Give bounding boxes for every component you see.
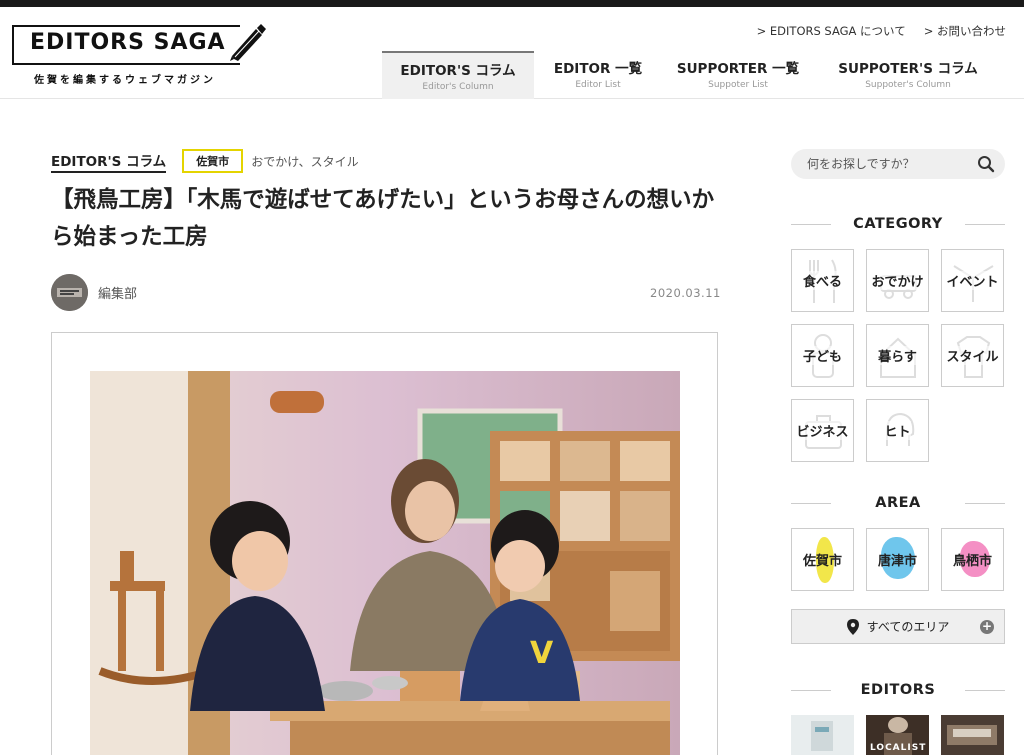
- nav-sublabel: Suppoter's Column: [865, 80, 951, 90]
- area-tile-karatsu[interactable]: 唐津市: [866, 528, 929, 591]
- category-tile-kids[interactable]: 子ども: [791, 324, 854, 387]
- contact-link[interactable]: > お問い合わせ: [924, 23, 1006, 39]
- author-block[interactable]: 編集部: [51, 274, 137, 311]
- category-label: スタイル: [946, 346, 999, 365]
- editors-heading: EDITORS: [791, 682, 1005, 698]
- site-logo[interactable]: EDITORS SAGA 佐賀を編集するウェブマガジン: [12, 24, 266, 86]
- avatar: [51, 274, 88, 311]
- avatar-image: [51, 274, 88, 311]
- editor-thumbnail-image: [791, 715, 854, 755]
- plus-icon: +: [980, 619, 994, 634]
- category-tile-people[interactable]: ヒト: [866, 399, 929, 462]
- area-tile-saga[interactable]: 佐賀市: [791, 528, 854, 591]
- global-nav: EDITOR'S コラム Editor's Column EDITOR 一覧 E…: [382, 51, 1002, 99]
- category-tile-outing[interactable]: おでかけ: [866, 249, 929, 312]
- category-tile-style[interactable]: スタイル: [941, 324, 1004, 387]
- nav-sublabel: Editor's Column: [422, 82, 494, 92]
- category-tile-eat[interactable]: 食べる: [791, 249, 854, 312]
- category-label: おでかけ: [871, 271, 924, 290]
- editor-thumbnail[interactable]: [941, 715, 1004, 755]
- all-areas-label: すべてのエリア: [866, 620, 950, 634]
- category-label: 食べる: [802, 271, 842, 290]
- article-tags[interactable]: おでかけ、スタイル: [251, 153, 358, 170]
- category-tile-living[interactable]: 暮らす: [866, 324, 929, 387]
- nav-label: SUPPOTER'S コラム: [838, 61, 978, 77]
- nav-editors-column[interactable]: EDITOR'S コラム Editor's Column: [382, 51, 534, 99]
- category-label: 暮らす: [878, 346, 917, 365]
- author-name: 編集部: [98, 287, 138, 302]
- article-meta: EDITOR'S コラム 佐賀市 おでかけ、スタイル: [51, 149, 359, 173]
- area-tag[interactable]: 佐賀市: [182, 149, 244, 173]
- pencil-icon: [230, 24, 266, 61]
- nav-supporters-column[interactable]: SUPPOTER'S コラム Suppoter's Column: [814, 51, 1002, 99]
- area-label: 佐賀市: [802, 554, 842, 569]
- logo-title: EDITORS SAGA: [30, 30, 226, 55]
- search-input[interactable]: [791, 149, 1005, 179]
- category-label: 子ども: [802, 346, 842, 365]
- article-hero-frame: V: [51, 332, 718, 755]
- nav-label: SUPPORTER 一覧: [676, 61, 800, 77]
- category-heading: CATEGORY: [791, 216, 1005, 232]
- editor-thumbnail[interactable]: LOCALIST: [866, 715, 929, 755]
- area-grid: 佐賀市 唐津市 鳥栖市: [791, 528, 1004, 591]
- site-header: EDITORS SAGA 佐賀を編集するウェブマガジン > EDITORS SA…: [0, 7, 1024, 99]
- editor-thumbnail-image: [941, 715, 1004, 755]
- article-title: 【飛鳥工房】「木馬で遊ばせてあげたい」というお母さんの想いから始まった工房: [51, 187, 715, 250]
- nav-sublabel: Editor List: [575, 80, 621, 90]
- publish-date: 2020.03.11: [650, 286, 721, 300]
- category-label: ビジネス: [796, 421, 849, 440]
- utility-links: > EDITORS SAGA について > お問い合わせ: [757, 23, 1006, 39]
- area-label: 鳥栖市: [952, 554, 992, 569]
- search-box: [791, 149, 1005, 179]
- article-category-link[interactable]: EDITOR'S コラム: [51, 150, 167, 173]
- category-tile-event[interactable]: イベント: [941, 249, 1004, 312]
- category-grid: 食べる おでかけ イベント 子ども 暮らす スタイル ビジネス ヒト: [791, 249, 1004, 462]
- location-pin-icon: [846, 618, 859, 635]
- article-hero-photo: V: [90, 371, 680, 755]
- svg-text:V: V: [530, 636, 554, 671]
- category-label: イベント: [946, 271, 999, 290]
- editors-thumbnails: LOCALIST: [791, 715, 1004, 755]
- nav-label: EDITOR'S コラム: [400, 63, 516, 79]
- nav-label: EDITOR 一覧: [553, 61, 643, 77]
- nav-supporter-list[interactable]: SUPPORTER 一覧 Suppoter List: [662, 51, 814, 99]
- logo-subtitle: 佐賀を編集するウェブマガジン: [34, 75, 216, 86]
- category-tile-business[interactable]: ビジネス: [791, 399, 854, 462]
- search-icon[interactable]: [977, 155, 995, 173]
- about-link[interactable]: > EDITORS SAGA について: [757, 23, 906, 39]
- editor-thumbnail-caption: LOCALIST: [870, 743, 927, 753]
- nav-editor-list[interactable]: EDITOR 一覧 Editor List: [534, 51, 662, 99]
- area-label: 唐津市: [877, 554, 917, 569]
- area-tile-tosu[interactable]: 鳥栖市: [941, 528, 1004, 591]
- editor-thumbnail[interactable]: [791, 715, 854, 755]
- all-areas-button[interactable]: すべてのエリア +: [791, 609, 1005, 644]
- area-heading: AREA: [791, 495, 1005, 511]
- top-bar: [0, 0, 1024, 7]
- hero-photo-illustration: V: [90, 371, 680, 755]
- nav-sublabel: Suppoter List: [708, 80, 768, 90]
- category-label: ヒト: [884, 421, 911, 440]
